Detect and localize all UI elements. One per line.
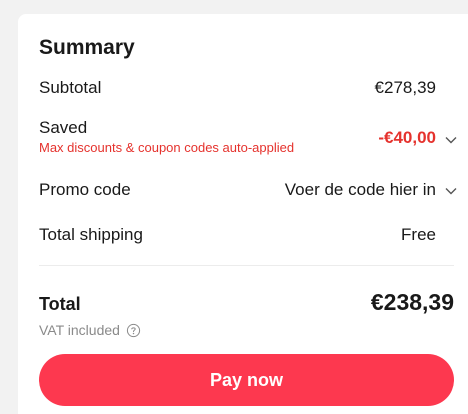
subtotal-value: €278,39 [374,78,436,97]
chevron-down-icon[interactable] [444,184,458,198]
total-label: Total [39,294,81,314]
summary-divider [39,265,454,266]
saved-label: Saved [39,118,88,137]
saved-note: Max discounts & coupon codes auto-applie… [39,140,295,155]
shipping-label: Total shipping [39,225,143,244]
pay-now-button[interactable]: Pay now [39,354,454,406]
vat-label: VAT included [39,322,120,338]
question-circle-icon[interactable] [126,323,141,338]
total-value: €238,39 [370,289,454,315]
shipping-value: Free [401,225,436,244]
chevron-down-icon[interactable] [444,133,458,147]
saved-value[interactable]: -€40,00 [378,128,436,148]
order-summary-card: Summary Subtotal €278,39 Saved Max disco… [18,14,468,414]
summary-title: Summary [39,36,135,59]
promo-code-label: Promo code [39,180,131,199]
promo-code-input[interactable]: Voer de code hier in [285,180,436,200]
vat-info: VAT included [39,322,141,338]
subtotal-label: Subtotal [39,78,102,97]
